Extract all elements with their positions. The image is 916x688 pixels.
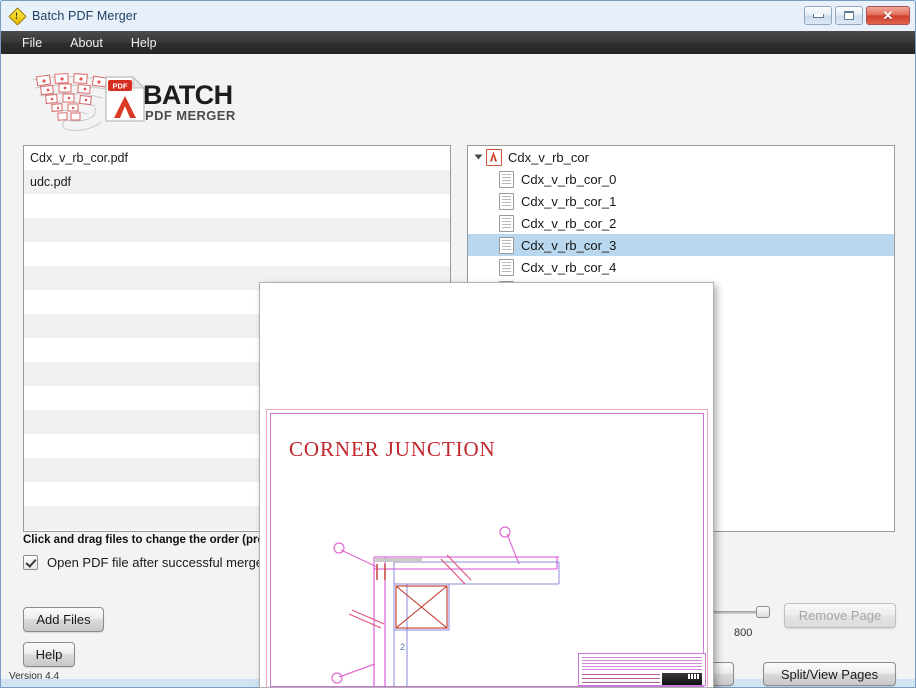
preview-top-edge xyxy=(260,283,713,285)
tree-item-label: Cdx_v_rb_cor_1 xyxy=(521,193,617,209)
tree-item-label: Cdx_v_rb_cor_2 xyxy=(521,215,617,231)
application-window: ! Batch PDF Merger ✕ File About Help PDF… xyxy=(0,0,916,688)
tree-item-page-1[interactable]: Cdx_v_rb_cor_1 xyxy=(468,190,894,212)
tree-item-label: Cdx_v_rb_cor_3 xyxy=(521,237,617,253)
svg-text:PDF: PDF xyxy=(113,82,128,91)
list-item[interactable] xyxy=(24,218,450,242)
drawing-title-block xyxy=(578,653,706,686)
open-after-merge-row[interactable]: Open PDF file after successful merge xyxy=(23,555,263,570)
tree-root-item[interactable]: Cdx_v_rb_cor xyxy=(468,146,894,168)
menu-item-help[interactable]: Help xyxy=(128,34,160,52)
page-icon xyxy=(499,236,514,254)
window-title: Batch PDF Merger xyxy=(32,8,138,23)
tree-item-page-0[interactable]: Cdx_v_rb_cor_0 xyxy=(468,168,894,190)
page-icon xyxy=(499,258,514,276)
pdf-preview-window[interactable]: CORNER JUNCTION 2 xyxy=(259,282,714,688)
page-icon xyxy=(499,170,514,188)
tree-item-page-2[interactable]: Cdx_v_rb_cor_2 xyxy=(468,212,894,234)
list-item[interactable] xyxy=(24,194,450,218)
maximize-button[interactable] xyxy=(835,6,863,25)
drag-order-hint: Click and drag files to change the order… xyxy=(23,534,271,546)
open-after-merge-label: Open PDF file after successful merge xyxy=(47,555,264,570)
help-button[interactable]: Help xyxy=(23,642,75,667)
drawing-title: CORNER JUNCTION xyxy=(289,437,496,461)
chevron-down-icon[interactable] xyxy=(474,154,483,160)
list-item[interactable]: Cdx_v_rb_cor.pdf xyxy=(24,146,450,170)
add-files-button[interactable]: Add Files xyxy=(23,607,104,632)
logo-subtitle: PDF MERGER xyxy=(145,108,236,123)
remove-page-button[interactable]: Remove Page xyxy=(784,603,896,628)
tree-item-page-4[interactable]: Cdx_v_rb_cor_4 xyxy=(468,256,894,278)
tree-item-label: Cdx_v_rb_cor_4 xyxy=(521,259,617,275)
title-block-text-lines xyxy=(582,657,702,671)
split-view-pages-button[interactable]: Split/View Pages xyxy=(763,662,896,686)
close-icon: ✕ xyxy=(882,8,894,23)
close-button[interactable]: ✕ xyxy=(866,6,910,25)
cad-drawing: 2 xyxy=(331,526,560,687)
app-diamond-icon: ! xyxy=(8,7,27,26)
menu-item-about[interactable]: About xyxy=(67,34,106,52)
page-icon xyxy=(499,214,514,232)
pdf-document-icon: PDF xyxy=(105,75,146,122)
menu-bar: File About Help xyxy=(1,31,915,54)
drawing-label-2: 2 xyxy=(400,642,405,652)
tree-item-page-3[interactable]: Cdx_v_rb_cor_3 xyxy=(468,234,894,256)
menu-item-file[interactable]: File xyxy=(19,34,45,52)
window-controls: ✕ xyxy=(804,6,910,25)
slider-value: 800 xyxy=(734,627,753,639)
minimize-button[interactable] xyxy=(804,6,832,25)
title-bar: ! Batch PDF Merger xyxy=(0,0,916,31)
app-logo: PDF BATCH PDF MERGER xyxy=(25,68,265,134)
pdf-file-icon xyxy=(486,148,502,166)
open-after-merge-checkbox[interactable] xyxy=(23,555,38,570)
pdf-page: CORNER JUNCTION 2 xyxy=(264,287,711,687)
list-item[interactable] xyxy=(24,242,450,266)
title-block-name-lines xyxy=(582,674,660,684)
list-item[interactable]: udc.pdf xyxy=(24,170,450,194)
tree-root-label: Cdx_v_rb_cor xyxy=(508,149,589,165)
tree-item-label: Cdx_v_rb_cor_0 xyxy=(521,171,617,187)
version-label: Version 4.4 xyxy=(9,671,60,682)
slider-knob[interactable] xyxy=(756,606,770,618)
page-icon xyxy=(499,192,514,210)
logo-title: BATCH xyxy=(143,80,233,110)
title-block-logo xyxy=(662,673,702,685)
